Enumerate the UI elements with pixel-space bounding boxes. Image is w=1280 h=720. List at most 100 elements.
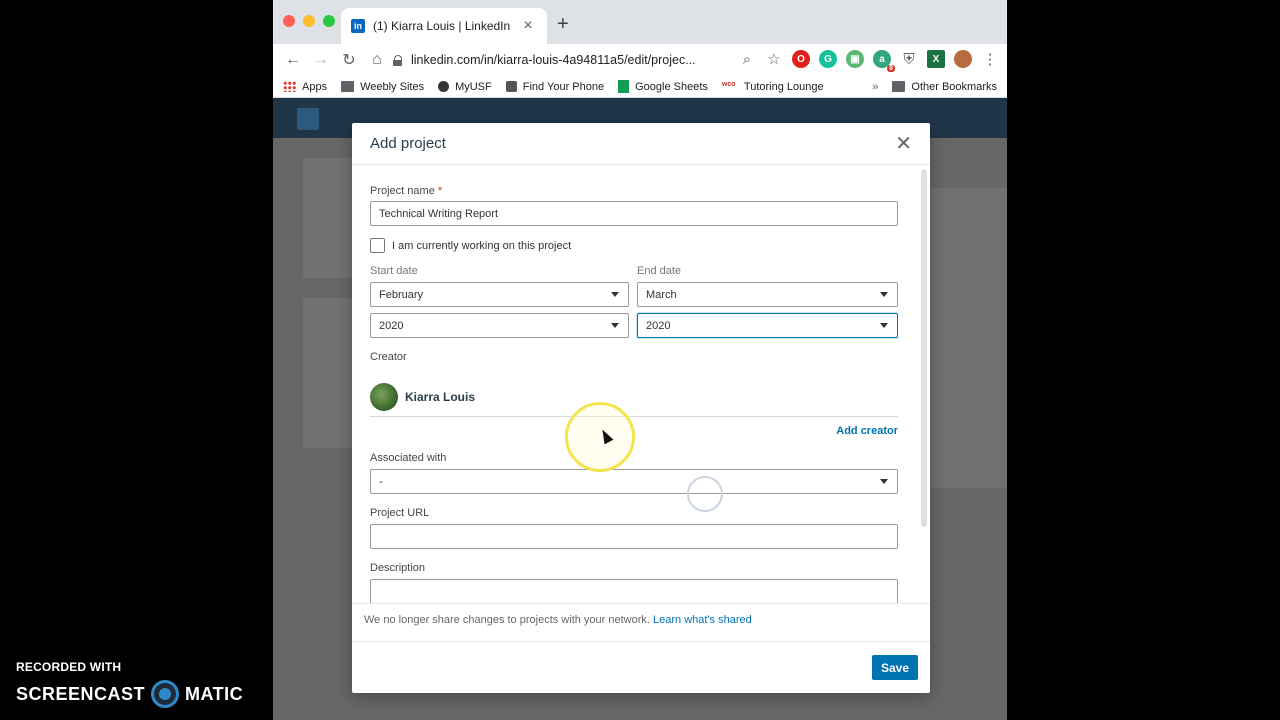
project-name-input[interactable]: Technical Writing Report: [370, 201, 898, 226]
currently-working-checkbox[interactable]: [370, 238, 385, 253]
avatar: [370, 382, 398, 411]
save-button[interactable]: Save: [872, 655, 918, 680]
watermark-right: MATIC: [185, 683, 244, 704]
sheets-icon: [618, 80, 630, 93]
dialog-scrollbar[interactable]: [921, 169, 927, 527]
window-controls: [283, 15, 335, 27]
associated-with-label: Associated with: [370, 452, 447, 464]
bookmark-label: Weebly Sites: [360, 80, 425, 93]
project-url-label: Project URL: [370, 507, 430, 519]
url-text: linkedin.com/in/kiarra-louis-4a94811a5/e…: [411, 53, 696, 67]
extension-with-badge-icon[interactable]: a8: [873, 50, 895, 72]
project-name-label-text: Project name: [370, 185, 435, 197]
bookmarks-overflow-button[interactable]: »: [872, 81, 878, 93]
home-button[interactable]: ⌂: [363, 46, 391, 74]
chevron-down-icon: [880, 292, 888, 297]
associated-with-select[interactable]: -: [370, 469, 898, 494]
screencast-watermark: RECORDED WITH SCREENCAST MATIC: [16, 660, 243, 708]
watermark-left: SCREENCAST: [16, 683, 146, 704]
project-name-label: Project name *: [370, 185, 442, 197]
linkedin-favicon-icon: in: [351, 19, 365, 33]
lock-icon: [393, 54, 403, 66]
grammarly-extension-icon[interactable]: G: [819, 50, 837, 68]
share-note: We no longer share changes to projects w…: [364, 614, 752, 626]
start-year-value: 2020: [379, 319, 404, 332]
search-icon[interactable]: ⌕: [738, 51, 756, 68]
back-button[interactable]: ←: [279, 46, 307, 74]
new-tab-button[interactable]: +: [557, 13, 569, 36]
creator-row: Kiarra Louis: [370, 377, 898, 417]
bookmarks-right: » Other Bookmarks: [872, 81, 997, 93]
project-url-input[interactable]: [370, 524, 898, 549]
learn-whats-shared-link[interactable]: Learn what's shared: [653, 614, 752, 626]
bookmark-label: Find Your Phone: [522, 80, 605, 93]
creator-label: Creator: [370, 351, 407, 363]
bookmark-label: Google Sheets: [635, 80, 708, 93]
end-year-select[interactable]: 2020: [637, 313, 898, 338]
screencast-logo-icon: [151, 680, 180, 708]
dialog-header: Add project ✕: [352, 123, 930, 165]
bookmark-tutoring-lounge[interactable]: wco Tutoring Lounge: [722, 81, 824, 93]
end-date-label: End date: [637, 265, 682, 277]
dialog-body: Project name * Technical Writing Report …: [370, 165, 898, 603]
linkedin-page: Add project ✕ Project name * Technical W…: [273, 98, 1007, 720]
bookmark-google-sheets[interactable]: Google Sheets: [618, 80, 708, 93]
address-bar[interactable]: linkedin.com/in/kiarra-louis-4a94811a5/e…: [393, 46, 743, 74]
creator-name: Kiarra Louis: [405, 389, 476, 404]
share-note-text: We no longer share changes to projects w…: [364, 614, 650, 626]
excel-extension-icon[interactable]: X: [927, 50, 945, 68]
bookmark-weebly[interactable]: Weebly Sites: [341, 81, 424, 93]
folder-icon: [892, 81, 906, 92]
extension-badge: 8: [887, 65, 895, 72]
maximize-window-button[interactable]: [323, 15, 335, 27]
start-month-select[interactable]: February: [370, 282, 629, 307]
chevron-down-icon: [611, 292, 619, 297]
opera-extension-icon[interactable]: O: [792, 50, 810, 68]
watermark-logo: SCREENCAST MATIC: [16, 680, 243, 708]
toolbar-icons: ⌕ ☆ O G ▣ a8 ⛨ X ⋮: [738, 50, 999, 72]
shield-icon[interactable]: ⛨: [900, 51, 918, 68]
description-label: Description: [370, 562, 426, 574]
reload-button[interactable]: ↻: [335, 46, 363, 74]
watermark-line1: RECORDED WITH: [16, 660, 122, 674]
add-creator-button[interactable]: Add creator: [836, 425, 898, 437]
start-date-label: Start date: [370, 265, 418, 277]
other-bookmarks[interactable]: Other Bookmarks: [911, 81, 997, 93]
browser-window: in (1) Kiarra Louis | LinkedIn × + ← → ↻…: [273, 0, 1007, 720]
tab-bar: in (1) Kiarra Louis | LinkedIn × +: [273, 0, 1007, 44]
browser-toolbar: ← → ↻ ⌂ linkedin.com/in/kiarra-louis-4a9…: [273, 44, 1007, 76]
menu-kebab-icon[interactable]: ⋮: [981, 50, 999, 68]
bookmark-label: Tutoring Lounge: [743, 80, 824, 93]
description-textarea[interactable]: [370, 579, 898, 603]
add-project-dialog: Add project ✕ Project name * Technical W…: [352, 123, 930, 693]
chevron-down-icon: [880, 323, 888, 328]
usf-icon: [438, 81, 450, 92]
bookmark-label: Apps: [302, 80, 328, 93]
screen: RECORDED WITH SCREENCAST MATIC in (1) Ki…: [0, 0, 1280, 720]
currently-working-label: I am currently working on this project: [392, 240, 572, 252]
chevron-down-icon: [880, 479, 888, 484]
phone-icon: [505, 81, 517, 92]
forward-button[interactable]: →: [307, 46, 335, 74]
start-year-select[interactable]: 2020: [370, 313, 629, 338]
bookmark-apps[interactable]: Apps: [283, 81, 327, 93]
close-icon[interactable]: ✕: [895, 131, 912, 156]
minimize-window-button[interactable]: [303, 15, 315, 27]
green-extension-icon[interactable]: ▣: [846, 50, 864, 68]
apps-grid-icon: [283, 81, 296, 92]
loading-spinner-icon: [687, 476, 723, 512]
profile-avatar[interactable]: [954, 50, 972, 68]
end-month-select[interactable]: March: [637, 282, 898, 307]
required-mark: *: [437, 185, 443, 197]
associated-with-value: -: [379, 475, 383, 488]
close-window-button[interactable]: [283, 15, 295, 27]
bookmark-star-icon[interactable]: ☆: [765, 50, 783, 68]
bookmark-myusf[interactable]: MyUSF: [438, 81, 492, 93]
folder-icon: [341, 81, 355, 92]
divider: [352, 641, 930, 642]
tab-close-icon[interactable]: ×: [519, 17, 537, 35]
tab-linkedin[interactable]: in (1) Kiarra Louis | LinkedIn ×: [341, 8, 547, 44]
bookmark-find-phone[interactable]: Find Your Phone: [505, 80, 605, 93]
wco-icon: wco: [721, 81, 736, 88]
tab-title: (1) Kiarra Louis | LinkedIn: [373, 19, 511, 33]
